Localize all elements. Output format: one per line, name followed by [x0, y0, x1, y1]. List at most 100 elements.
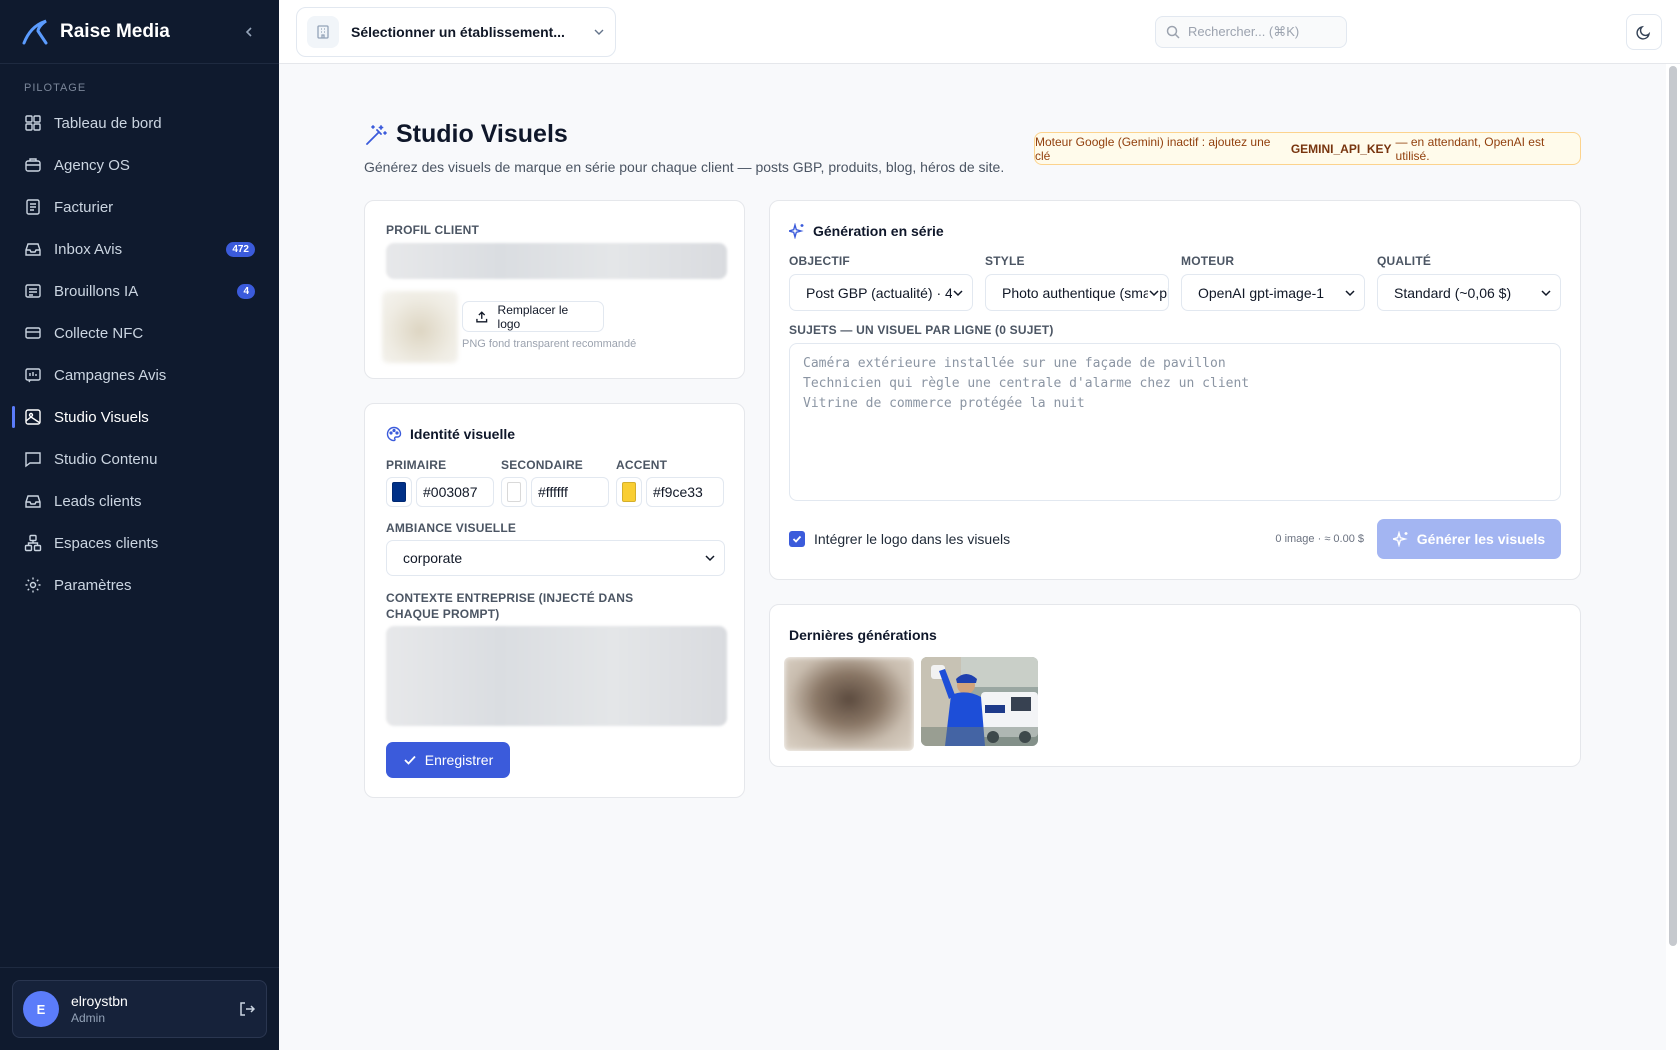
sidebar-item-espaces-clients[interactable]: Espaces clients [0, 522, 279, 564]
campaign-icon [25, 368, 41, 383]
primary-color-swatch[interactable] [386, 477, 412, 507]
objective-select[interactable]: Post GBP (actualité) · 4:3 [789, 274, 973, 311]
replace-logo-label: Remplacer le logo [497, 302, 569, 331]
chevron-down-icon [704, 552, 716, 564]
page-title: Studio Visuels [364, 120, 1004, 149]
warning-key: GEMINI_API_KEY [1290, 141, 1392, 156]
sidebar-divider [0, 967, 279, 968]
network-icon [24, 534, 42, 552]
sidebar-item-collecte-nfc[interactable]: Collecte NFC [0, 312, 279, 354]
engine-label: MOTEUR [1181, 254, 1235, 268]
accent-color-swatch[interactable] [616, 477, 642, 507]
subjects-textarea[interactable]: Caméra extérieure installée sur une faça… [789, 343, 1561, 501]
ambiance-label: AMBIANCE VISUELLE [386, 521, 517, 535]
sidebar-item-studio-contenu[interactable]: Studio Contenu [0, 438, 279, 480]
establishment-placeholder: Sélectionner un établissement... [351, 24, 565, 40]
sidebar-item-inbox-avis[interactable]: Inbox Avis 472 [0, 228, 279, 270]
check-icon [404, 755, 416, 765]
sidebar-item-label: Agency OS [54, 156, 130, 174]
quality-select[interactable]: Standard (~0,06 $) [1377, 274, 1561, 311]
sidebar-item-agency-os[interactable]: Agency OS [0, 144, 279, 186]
collapse-sidebar-button[interactable] [239, 22, 259, 42]
primary-label: PRIMAIRE [386, 458, 447, 472]
logo-checkbox[interactable] [789, 531, 805, 547]
primary-hex-input[interactable]: #003087 [416, 477, 494, 507]
primary-color-field: #003087 [386, 477, 494, 507]
sidebar-item-label: Facturier [54, 198, 114, 216]
sidebar-item-label: Collecte NFC [54, 324, 144, 342]
sidebar-item-label: Studio Visuels [54, 408, 149, 426]
batch-generation-card: Génération en série OBJECTIF STYLE MOTEU… [769, 200, 1581, 580]
inbox-icon [25, 243, 41, 256]
sidebar-item-brouillons-ia[interactable]: Brouillons IA 4 [0, 270, 279, 312]
replace-logo-button[interactable]: Remplacer le logo [462, 301, 604, 332]
drafts-count-badge: 4 [237, 283, 255, 299]
objective-label: OBJECTIF [789, 254, 850, 268]
save-button[interactable]: Enregistrer [386, 742, 510, 778]
logo-checkbox-label: Intégrer le logo dans les visuels [814, 531, 1011, 547]
sidebar-item-label: Leads clients [54, 492, 142, 510]
client-logo-preview [382, 291, 458, 363]
warning-text-before: Moteur Google (Gemini) inactif : ajoutez… [1035, 134, 1271, 163]
generate-label: Générer les visuels [1416, 531, 1546, 547]
ambiance-select[interactable]: corporate [386, 540, 725, 576]
style-value: Photo authentique (smartphone) [1002, 284, 1168, 301]
chevron-down-icon [952, 286, 964, 299]
brand-header: Raise Media [0, 0, 279, 64]
sidebar-item-studio-visuels[interactable]: Studio Visuels [0, 396, 279, 438]
upload-icon [476, 310, 488, 323]
generate-visuals-button[interactable]: Générer les visuels [1377, 519, 1561, 559]
sidebar-item-tableau-de-bord[interactable]: Tableau de bord [0, 102, 279, 144]
inbox-icon [25, 495, 41, 508]
drafts-icon [25, 284, 41, 298]
page-subtitle: Générez des visuels de marque en série p… [364, 159, 1005, 175]
logout-icon[interactable] [238, 1000, 256, 1018]
theme-toggle-button[interactable] [1626, 14, 1662, 50]
profile-card: PROFIL CLIENT Remplacer le logo PNG fond… [364, 200, 745, 379]
style-select[interactable]: Photo authentique (smartphone) [985, 274, 1169, 311]
recent-visual-thumbnail[interactable] [784, 657, 914, 751]
logo-hint: PNG fond transparent recommandé [462, 338, 637, 350]
inbox-count-badge: 472 [226, 241, 255, 257]
sidebar-item-label: Espaces clients [54, 534, 159, 552]
accent-label: ACCENT [616, 458, 668, 472]
engine-select[interactable]: OpenAI gpt-image-1 [1181, 274, 1365, 311]
save-label: Enregistrer [424, 752, 494, 768]
sidebar-item-label: Campagnes Avis [54, 366, 167, 384]
visual-identity-card: Identité visuelle PRIMAIRE SECONDAIRE AC… [364, 403, 745, 798]
sidebar-item-facturier[interactable]: Facturier [0, 186, 279, 228]
recent-generations-card: Dernières générations [769, 604, 1581, 767]
secondary-color-swatch[interactable] [501, 477, 527, 507]
quality-label: QUALITÉ [1377, 254, 1432, 268]
company-context-textarea[interactable] [386, 626, 727, 726]
sparkles-icon [1392, 531, 1408, 547]
client-profile-field[interactable] [386, 243, 727, 279]
establishment-select[interactable]: Sélectionner un établissement... [296, 7, 616, 57]
sidebar-item-leads-clients[interactable]: Leads clients [0, 480, 279, 522]
user-card[interactable]: E elroystbn Admin [12, 980, 267, 1038]
sidebar-nav: Tableau de bord Agency OS Facturier Inbo… [0, 102, 279, 606]
sparkles-icon [789, 223, 804, 239]
chevron-left-icon [245, 26, 252, 37]
technician-photo [921, 657, 1038, 746]
ambiance-value: corporate [403, 550, 463, 566]
gemini-warning-banner: Moteur Google (Gemini) inactif : ajoutez… [1034, 132, 1581, 165]
secondary-hex-input[interactable]: #ffffff [531, 477, 609, 507]
context-label: CONTEXTE ENTREPRISE (INJECTÉ DANS CHAQUE… [386, 591, 634, 621]
avatar: E [23, 991, 59, 1027]
sidebar-item-label: Paramètres [54, 576, 132, 594]
sidebar-item-label: Tableau de bord [54, 114, 162, 132]
accent-color-field: #f9ce33 [616, 477, 724, 507]
scrollbar-thumb[interactable] [1669, 66, 1677, 946]
recent-visual-thumbnail[interactable] [921, 657, 1038, 746]
sidebar-item-parametres[interactable]: Paramètres [0, 564, 279, 606]
topbar: Sélectionner un établissement... Recherc… [279, 0, 1680, 64]
page-title-text: Studio Visuels [396, 120, 568, 148]
search-input[interactable]: Rechercher... (⌘K) [1155, 16, 1347, 48]
logo-checkbox-row[interactable]: Intégrer le logo dans les visuels [789, 531, 1010, 547]
sidebar-item-campagnes-avis[interactable]: Campagnes Avis [0, 354, 279, 396]
dashboard-icon [25, 115, 41, 131]
card-icon [25, 327, 41, 339]
invoice-icon [26, 199, 40, 215]
accent-hex-input[interactable]: #f9ce33 [646, 477, 724, 507]
